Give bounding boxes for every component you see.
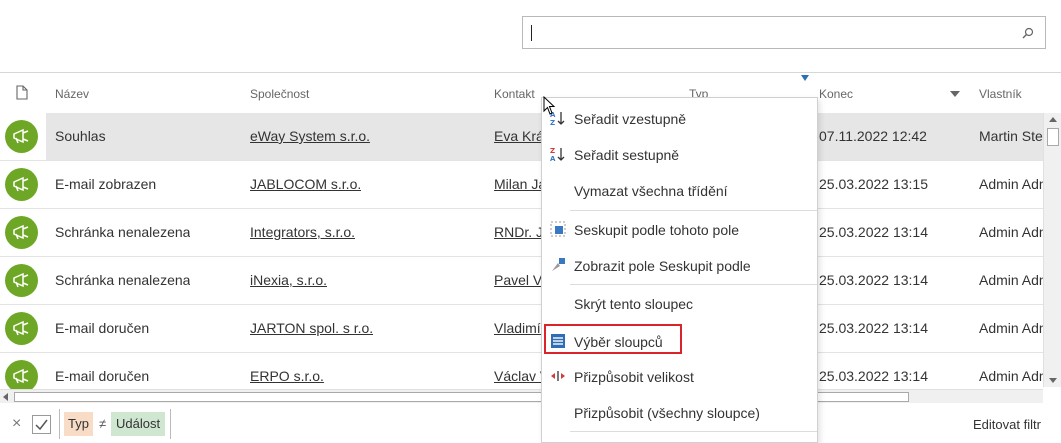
table-row[interactable]: Schránka nenalezena iNexia, s.r.o. Pavel… (0, 257, 1043, 305)
cell-name: E-mail doručen (55, 368, 150, 384)
column-header-owner[interactable]: Vlastník (979, 87, 1022, 101)
megaphone-icon (5, 312, 38, 345)
data-grid: Souhlas eWay System s.r.o. Eva Krásná 07… (0, 113, 1043, 391)
cell-contact-link[interactable]: Pavel Vít (494, 272, 541, 288)
cell-owner: Admin Admin (979, 320, 1043, 336)
megaphone-icon (5, 216, 38, 249)
cell-company-link[interactable]: JARTON spol. s r.o. (250, 320, 373, 336)
group-panel-icon (552, 258, 565, 271)
cell-end: 25.03.2022 13:15 (819, 176, 928, 192)
cell-contact-link[interactable]: Vladimír (494, 320, 541, 336)
table-row[interactable]: E-mail zobrazen JABLOCOM s.r.o. Milan Ja… (0, 161, 1043, 209)
table-row[interactable]: E-mail doručen ERPO s.r.o. Václav V 25.0… (0, 353, 1043, 391)
menu-item-best-fit-all[interactable]: Přizpůsobit (všechny sloupce) (542, 394, 817, 430)
megaphone-icon (5, 264, 38, 297)
filter-bar: × Typ ≠ Událost Editovat filtr (0, 403, 1061, 443)
vertical-scrollbar[interactable] (1043, 113, 1061, 387)
cell-owner: Admin Admin (979, 272, 1043, 288)
megaphone-icon (5, 360, 38, 391)
cell-owner: Admin Admin (979, 368, 1043, 384)
column-header-contact[interactable]: Kontakt (494, 87, 535, 101)
cell-company-link[interactable]: eWay System s.r.o. (250, 128, 370, 144)
menu-item-label: Zobrazit pole Seskupit podle (574, 258, 751, 274)
megaphone-icon (5, 120, 38, 153)
table-row[interactable]: Schránka nenalezena Integrators, s.r.o. … (0, 209, 1043, 257)
horizontal-scrollbar[interactable] (0, 389, 1043, 403)
mouse-cursor-icon (543, 96, 556, 115)
filter-operator[interactable]: ≠ (99, 416, 106, 431)
svg-text:Z: Z (550, 147, 555, 155)
menu-item-label: Seřadit sestupně (574, 147, 680, 163)
filter-field[interactable]: Typ (64, 412, 93, 436)
scroll-left-icon[interactable] (3, 393, 8, 401)
search-icon[interactable] (1021, 26, 1035, 40)
menu-item-label: Seskupit podle tohoto pole (574, 222, 740, 238)
cell-company-link[interactable]: JABLOCOM s.r.o. (250, 176, 361, 192)
menu-item-label: Vymazat všechna třídění (574, 183, 728, 199)
cell-name: Schránka nenalezena (55, 224, 191, 240)
menu-item-group-by[interactable]: Seskupit podle tohoto pole (542, 211, 817, 247)
cell-owner: Martin Stehlík (979, 128, 1043, 144)
grid-header: Název Společnost Kontakt Typ Konec Vlast… (0, 73, 1061, 113)
column-header-company[interactable]: Společnost (250, 87, 309, 101)
cell-end: 25.03.2022 13:14 (819, 368, 928, 384)
cell-owner: Admin Admin (979, 224, 1043, 240)
menu-item-sort-descending[interactable]: Z A Seřadit sestupně (542, 136, 817, 172)
cell-end: 25.03.2022 13:14 (819, 320, 928, 336)
group-icon (550, 221, 566, 237)
edit-filter-link[interactable]: Editovat filtr (973, 417, 1041, 432)
table-row[interactable]: Souhlas eWay System s.r.o. Eva Krásná 07… (0, 113, 1043, 161)
scroll-thumb[interactable] (1047, 128, 1059, 146)
best-fit-icon (551, 371, 565, 381)
menu-item-label: Seřadit vzestupně (574, 111, 687, 127)
filter-icon[interactable] (801, 75, 809, 81)
sort-desc-icon: Z A (550, 147, 565, 162)
cell-end: 25.03.2022 13:14 (819, 272, 928, 288)
text-caret (531, 25, 532, 41)
cell-owner: Admin Admin (979, 176, 1043, 192)
cell-contact-link[interactable]: Eva Krásná (494, 128, 541, 144)
megaphone-icon (5, 168, 38, 201)
menu-item-best-fit[interactable]: Přizpůsobit velikost (542, 358, 817, 394)
cell-end: 07.11.2022 12:42 (819, 128, 927, 144)
close-icon[interactable]: × (12, 415, 21, 433)
cell-name: E-mail zobrazen (55, 176, 157, 192)
cell-company-link[interactable]: ERPO s.r.o. (250, 368, 324, 384)
table-row[interactable]: E-mail doručen JARTON spol. s r.o. Vladi… (0, 305, 1043, 353)
svg-text:Z: Z (550, 119, 555, 126)
menu-item-label: Skrýt tento sloupec (574, 296, 694, 312)
scroll-down-icon[interactable] (1049, 378, 1057, 383)
menu-item-sort-ascending[interactable]: A Z Seřadit vzestupně (542, 100, 817, 136)
column-header-end[interactable]: Konec (819, 87, 853, 101)
cell-contact-link[interactable]: Milan Jablonský (494, 176, 541, 192)
search-input[interactable] (522, 16, 1046, 49)
chevron-down-icon[interactable] (950, 91, 960, 97)
cell-contact-link[interactable]: RNDr. Jiří (494, 224, 541, 240)
cell-contact-link[interactable]: Václav V (494, 368, 541, 384)
menu-item-label: Přizpůsobit velikost (574, 369, 694, 385)
column-context-menu: A Z Seřadit vzestupně Z A Seřadit sestup… (541, 97, 818, 443)
cell-company-link[interactable]: Integrators, s.r.o. (250, 224, 355, 240)
cell-name: Souhlas (55, 128, 106, 144)
cell-company-link[interactable]: iNexia, s.r.o. (250, 272, 327, 288)
cell-end: 25.03.2022 13:14 (819, 224, 928, 240)
menu-separator (570, 431, 817, 432)
filter-value[interactable]: Událost (111, 412, 166, 436)
check-icon (35, 419, 48, 431)
document-icon[interactable] (16, 85, 28, 100)
menu-item-label: Přizpůsobit (všechny sloupce) (574, 405, 760, 421)
cell-name: Schránka nenalezena (55, 272, 191, 288)
cell-name: E-mail doručen (55, 320, 150, 336)
menu-item-show-group-panel[interactable]: Zobrazit pole Seskupit podle (542, 247, 817, 283)
highlight-box (544, 324, 682, 354)
filter-enable-checkbox[interactable] (32, 415, 51, 434)
scroll-up-icon[interactable] (1049, 117, 1057, 122)
menu-item-hide-column[interactable]: Skrýt tento sloupec (542, 285, 817, 321)
svg-text:A: A (550, 155, 556, 162)
menu-item-clear-sorting[interactable]: Vymazat všechna třídění (542, 172, 817, 208)
column-header-name[interactable]: Název (55, 87, 89, 101)
